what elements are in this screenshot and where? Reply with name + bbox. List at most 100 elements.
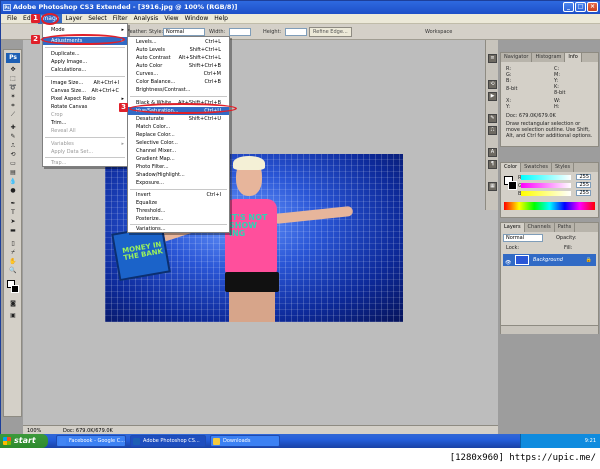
green-slider[interactable] [521,183,571,188]
tab-swatches[interactable]: Swatches [521,163,552,172]
marquee-tool-icon[interactable]: ⬚ [6,75,20,82]
menu-file[interactable]: File [4,14,20,24]
menu-filter[interactable]: Filter [110,14,131,24]
menu-item-apply-image[interactable]: Apply Image... [43,58,127,66]
refine-edge-button[interactable]: Refine Edge... [309,27,352,37]
dock-clone-source-icon[interactable]: ⎍ [488,126,497,135]
menu-item-invert[interactable]: Invert Ctrl+I [128,191,229,199]
tab-histogram[interactable]: Histogram [532,53,566,62]
dodge-tool-icon[interactable]: ● [6,187,20,194]
menu-item-selective-color[interactable]: Selective Color... [128,139,229,147]
menu-item-image-size[interactable]: Image Size... Alt+Ctrl+I [43,79,127,87]
menu-help[interactable]: Help [211,14,231,24]
task-photoshop[interactable]: Adobe Photoshop CS... [130,435,206,447]
menu-item-duplicate[interactable]: Duplicate... [43,50,127,58]
brush-tool-icon[interactable]: ✎ [6,133,20,140]
menu-item-desaturate[interactable]: Desaturate Shift+Ctrl+U [128,115,229,123]
healing-brush-icon[interactable]: ✚ [6,124,20,131]
zoom-tool-icon[interactable]: 🔍 [6,267,20,274]
menu-layer[interactable]: Layer [62,14,85,24]
slice-tool-icon[interactable]: ⟋ [6,111,20,118]
menu-item-auto-contrast[interactable]: Auto Contrast Alt+Shift+Ctrl+L [128,54,229,62]
menu-item-replace-color[interactable]: Replace Color... [128,131,229,139]
clock[interactable]: 9:21 [585,438,596,444]
width-field[interactable] [229,28,251,36]
menu-item-curves[interactable]: Curves... Ctrl+M [128,70,229,78]
dock-brushes-icon[interactable]: ≡ [488,54,497,63]
type-tool-icon[interactable]: T [6,209,20,216]
red-slider[interactable] [521,175,571,180]
menu-item-auto-levels[interactable]: Auto Levels Shift+Ctrl+L [128,46,229,54]
menu-item-trim[interactable]: Trim... [43,119,127,127]
workspace-button[interactable]: Workspace [425,29,452,35]
menu-item-shadow-highlight[interactable]: Shadow/Highlight... [128,171,229,179]
tab-channels[interactable]: Channels [525,223,555,232]
start-button[interactable]: start [0,434,48,448]
menu-item-brightness-contrast[interactable]: Brightness/Contrast... [128,86,229,94]
maximize-icon[interactable]: □ [575,2,586,12]
quick-mask-icon[interactable]: ◙ [6,300,20,307]
menu-item-auto-color[interactable]: Auto Color Shift+Ctrl+B [128,62,229,70]
menu-item-levels[interactable]: Levels... Ctrl+L [128,38,229,46]
clone-stamp-icon[interactable]: ⎍ [6,142,20,149]
dock-actions-icon[interactable]: ▶ [488,92,497,101]
history-brush-icon[interactable]: ⟲ [6,151,20,158]
green-value[interactable]: 255 [576,182,591,188]
menu-item-color-balance[interactable]: Color Balance... Ctrl+B [128,78,229,86]
menu-item-posterize[interactable]: Posterize... [128,215,229,223]
menu-item-photo-filter[interactable]: Photo Filter... [128,163,229,171]
dock-history-icon[interactable]: ⟲ [488,80,497,89]
dock-character-icon[interactable]: A [488,148,497,157]
blue-value[interactable]: 255 [576,190,591,196]
close-icon[interactable]: × [587,2,598,12]
tab-color[interactable]: Color [501,163,522,172]
blend-mode-select[interactable]: Normal [503,234,543,242]
menu-item-match-color[interactable]: Match Color... [128,123,229,131]
magic-wand-icon[interactable]: ✶ [6,93,20,100]
task-facebook[interactable]: Facebook - Google C... [56,435,126,447]
dock-layer-comps-icon[interactable]: ▦ [488,182,497,191]
layer-background-row[interactable]: 👁 Background 🔒 [503,254,596,266]
blue-slider[interactable] [521,191,571,196]
lasso-tool-icon[interactable]: ➰ [6,84,20,91]
eye-icon[interactable]: 👁 [505,257,511,269]
color-swatches-icon[interactable] [6,280,20,294]
height-field[interactable] [285,28,307,36]
tab-styles[interactable]: Styles [552,163,575,172]
menu-item-calculations[interactable]: Calculations... [43,66,127,74]
menu-item-exposure[interactable]: Exposure... [128,179,229,187]
tab-layers[interactable]: Layers [501,223,525,232]
menu-item-equalize[interactable]: Equalize [128,199,229,207]
notes-tool-icon[interactable]: ▯ [6,240,20,247]
menu-item-rotate-canvas[interactable]: Rotate Canvas▸ [43,103,127,111]
menu-item-variations[interactable]: Variations... [128,225,229,233]
task-downloads[interactable]: Downloads [210,435,280,447]
menu-analysis[interactable]: Analysis [131,14,162,24]
shape-tool-icon[interactable]: ▬ [6,227,20,234]
dock-paragraph-icon[interactable]: ¶ [488,160,497,169]
tab-info[interactable]: Info [565,53,582,62]
menu-select[interactable]: Select [85,14,110,24]
menu-view[interactable]: View [161,14,181,24]
screen-mode-icon[interactable]: ▣ [6,312,20,319]
menu-window[interactable]: Window [182,14,212,24]
hand-tool-icon[interactable]: ✋ [6,258,20,265]
gradient-tool-icon[interactable]: ▤ [6,169,20,176]
menu-item-pixel-aspect-ratio[interactable]: Pixel Aspect Ratio ▸ [43,95,127,103]
path-select-icon[interactable]: ➤ [6,218,20,225]
color-ramp[interactable] [504,202,595,210]
menu-item-gradient-map[interactable]: Gradient Map... [128,155,229,163]
red-value[interactable]: 255 [576,174,591,180]
tab-paths[interactable]: Paths [555,223,576,232]
move-tool-icon[interactable]: ✥ [6,66,20,73]
dock-tool-presets-icon[interactable]: ✎ [488,114,497,123]
crop-tool-icon[interactable]: ⌗ [6,102,20,109]
minimize-icon[interactable]: _ [563,2,574,12]
eraser-tool-icon[interactable]: ▭ [6,160,20,167]
menu-item-channel-mixer[interactable]: Channel Mixer... [128,147,229,155]
style-select[interactable]: Normal [163,28,205,36]
blur-tool-icon[interactable]: 💧 [6,178,20,185]
pen-tool-icon[interactable]: ✒ [6,200,20,207]
menu-item-mode[interactable]: Mode ▸ [43,26,127,34]
eyedropper-icon[interactable]: ⌿ [6,249,20,256]
